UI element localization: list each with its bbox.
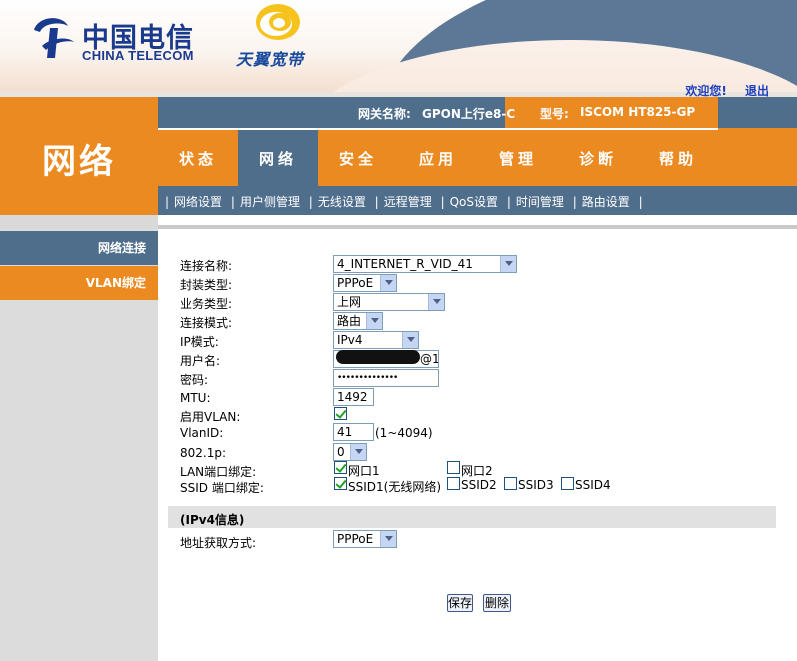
ipv4-section-title: (IPv4信息) xyxy=(180,513,245,527)
label-addr-method: 地址获取方式: xyxy=(180,536,257,550)
delete-button[interactable]: 删除 xyxy=(483,594,511,612)
tab-application[interactable]: 应用 xyxy=(398,130,478,186)
label-ssid-bind: SSID 端口绑定: xyxy=(180,481,264,495)
sub-brand: 天翼宽带 xyxy=(236,50,305,69)
subnav-qos[interactable]: QoS设置 xyxy=(450,195,498,209)
label-connection-name: 连接名称: xyxy=(180,259,233,273)
model-label: 型号: xyxy=(540,107,569,121)
ssid3-label: SSID3 xyxy=(518,478,554,492)
chevron-down-icon xyxy=(402,332,418,348)
label-enable-vlan: 启用VLAN: xyxy=(180,410,241,424)
ssid3-checkbox[interactable] xyxy=(504,477,517,490)
label-service-type: 业务类型: xyxy=(180,297,233,311)
tab-network[interactable]: 网络 xyxy=(238,130,318,186)
separator-strip xyxy=(0,215,797,229)
save-button[interactable]: 保存 xyxy=(447,594,473,612)
chevron-down-icon xyxy=(500,256,516,272)
tab-security[interactable]: 安全 xyxy=(318,130,398,186)
subnav-remote[interactable]: 远程管理 xyxy=(384,195,432,209)
username-suffix: @1 xyxy=(420,352,439,366)
sidebar-item-network-connection[interactable]: 网络连接 xyxy=(0,231,158,265)
vlan-id-hint: (1~4094) xyxy=(375,426,433,440)
top-links: 欢迎您! 退出 xyxy=(671,82,769,97)
welcome-link[interactable]: 欢迎您! xyxy=(685,84,726,97)
subnav-time[interactable]: 时间管理 xyxy=(516,195,564,209)
chevron-down-icon xyxy=(428,294,444,310)
label-vlan-id: VlanID: xyxy=(180,426,224,440)
subnav-user-side[interactable]: 用户侧管理 xyxy=(240,195,300,209)
header: 中国电信 CHINA TELECOM 天翼宽带 欢迎您! 退出 xyxy=(0,0,797,97)
subnav-network-settings[interactable]: 网络设置 xyxy=(174,195,222,209)
ssid4-checkbox[interactable] xyxy=(561,477,574,490)
tab-diagnosis[interactable]: 诊断 xyxy=(558,130,638,186)
sub-nav-items: | 网络设置 | 用户侧管理 | 无线设置 | 远程管理 | QoS设置 | 时间管理 | 路… xyxy=(165,195,643,209)
label-password: 密码: xyxy=(180,373,209,387)
china-telecom-emblem-icon xyxy=(34,18,74,58)
ipv4-section-bar xyxy=(168,506,776,528)
ssid1-checkbox[interactable] xyxy=(334,477,347,490)
dot1p-select[interactable]: 0 xyxy=(333,443,367,461)
subnav-wireless[interactable]: 无线设置 xyxy=(318,195,366,209)
connection-name-select[interactable]: 4_INTERNET_R_VID_41 xyxy=(333,255,517,273)
redacted-username xyxy=(336,350,420,364)
label-lan-bind: LAN端口绑定: xyxy=(180,465,257,479)
tab-help[interactable]: 帮助 xyxy=(638,130,718,186)
ssid1-label: SSID1(无线网络) xyxy=(348,480,442,494)
sidebar-item-vlan-binding[interactable]: VLAN绑定 xyxy=(0,266,158,300)
gateway-label: 网关名称: xyxy=(358,107,411,121)
label-username: 用户名: xyxy=(180,354,221,368)
ssid2-checkbox[interactable] xyxy=(447,477,460,490)
lan-port2-label: 网口2 xyxy=(461,464,493,478)
enable-vlan-checkbox[interactable] xyxy=(334,407,347,420)
password-input[interactable]: •••••••••••••• xyxy=(333,369,439,387)
ip-mode-select[interactable]: IPv4 xyxy=(333,331,419,349)
tab-management[interactable]: 管理 xyxy=(478,130,558,186)
chevron-down-icon xyxy=(380,275,396,291)
logout-link[interactable]: 退出 xyxy=(745,84,769,97)
brand-en: CHINA TELECOM xyxy=(82,48,194,63)
service-type-select[interactable]: 上网 xyxy=(333,293,445,311)
vlan-id-input[interactable]: 41 xyxy=(333,423,374,441)
tianyi-sun-icon xyxy=(256,4,300,40)
model-value: ISCOM HT825-GP xyxy=(580,105,696,119)
ssid4-label: SSID4 xyxy=(575,478,611,492)
section-title: 网络 xyxy=(42,142,116,182)
lan-port2-checkbox[interactable] xyxy=(447,461,460,474)
gateway-value: GPON上行e8-C xyxy=(422,107,516,121)
lan-port1-checkbox[interactable] xyxy=(334,461,347,474)
label-ip-mode: IP模式: xyxy=(180,335,219,349)
tab-status[interactable]: 状态 xyxy=(158,130,238,186)
label-8021p: 802.1p: xyxy=(180,446,227,460)
label-encap-type: 封装类型: xyxy=(180,278,233,292)
mtu-input[interactable]: 1492 xyxy=(333,388,374,406)
connection-form xyxy=(158,229,797,661)
label-mtu: MTU: xyxy=(180,391,211,405)
lan-port1-label: 网口1 xyxy=(348,464,380,478)
chevron-down-icon xyxy=(350,444,366,460)
ssid2-label: SSID2 xyxy=(461,478,497,492)
addr-method-select[interactable]: PPPoE xyxy=(333,530,397,548)
chevron-down-icon xyxy=(380,531,396,547)
encap-type-select[interactable]: PPPoE xyxy=(333,274,397,292)
conn-mode-select[interactable]: 路由 xyxy=(333,312,383,330)
chevron-down-icon xyxy=(366,313,382,329)
china-telecom-logo: 中国电信 CHINA TELECOM xyxy=(28,12,208,64)
label-conn-mode: 连接模式: xyxy=(180,316,233,330)
subnav-routing[interactable]: 路由设置 xyxy=(582,195,630,209)
tianyi-logo: 天翼宽带 xyxy=(236,2,326,69)
